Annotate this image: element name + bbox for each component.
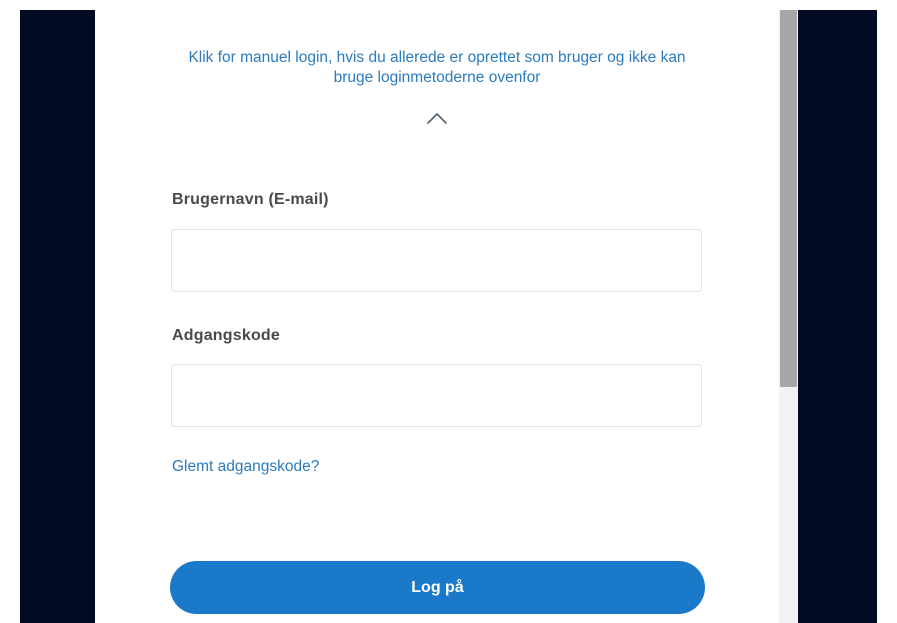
- forgot-password-link[interactable]: Glemt adgangskode?: [172, 458, 319, 476]
- login-button[interactable]: Log på: [170, 561, 705, 614]
- username-input[interactable]: [171, 229, 702, 292]
- manual-login-text-line2: bruge loginmetoderne ovenfor: [333, 69, 541, 86]
- background-left: [20, 10, 95, 623]
- login-screen: Klik for manuel login, hvis du allerede …: [0, 0, 897, 623]
- background-right: [798, 10, 877, 623]
- login-panel: [95, 10, 779, 623]
- username-label: Brugernavn (E-mail): [172, 191, 329, 208]
- password-label: Adgangskode: [172, 327, 280, 344]
- chevron-up-icon[interactable]: [426, 111, 448, 125]
- scrollbar-thumb[interactable]: [780, 10, 797, 387]
- password-input[interactable]: [171, 364, 702, 427]
- manual-login-link[interactable]: Klik for manuel login, hvis du allerede …: [95, 48, 779, 88]
- manual-login-text-line1: Klik for manuel login, hvis du allerede …: [188, 49, 686, 66]
